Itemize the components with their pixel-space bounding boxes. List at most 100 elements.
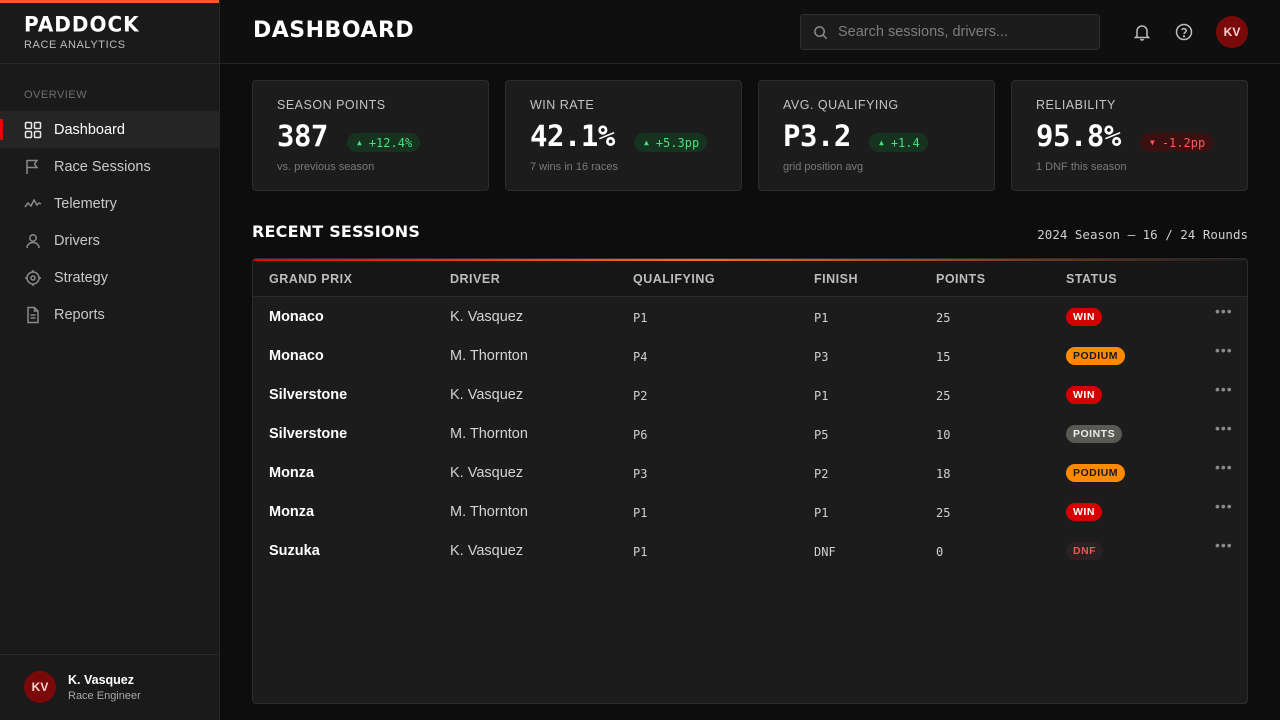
kpi-delta-value: +12.4% (368, 135, 413, 150)
cell-grand-prix: Monaco (269, 309, 324, 325)
column-header-driver[interactable]: DRIVER (450, 272, 500, 286)
kpi-label: WIN RATE (530, 98, 595, 112)
status-badge: DNF (1066, 542, 1104, 560)
column-header-qualifying[interactable]: QUALIFYING (633, 272, 715, 286)
column-header-finish[interactable]: FINISH (814, 272, 858, 286)
cell-finish: P1 (814, 311, 829, 325)
kpi-delta-badge: ▲ +5.3pp (634, 133, 708, 152)
grid-icon (24, 121, 42, 138)
sidebar-item-telemetry[interactable]: Telemetry (0, 185, 219, 222)
cell-grand-prix: Monaco (269, 348, 324, 364)
sessions-table: GRAND PRIX DRIVER QUALIFYING FINISH POIN… (252, 258, 1248, 704)
table-row[interactable]: Silverstone M. Thornton P6 P5 10 POINTS ••• (253, 414, 1247, 453)
kpi-value: 95.8% (1036, 119, 1121, 153)
brand[interactable]: PADDOCK RACE ANALYTICS (24, 11, 140, 51)
cell-grand-prix: Suzuka (269, 543, 320, 559)
search-input[interactable] (838, 24, 1088, 40)
kpi-delta-badge: ▼ -1.2pp (1140, 133, 1214, 152)
kpi-card-win-rate: WIN RATE 42.1% ▲ +5.3pp 7 wins in 16 rac… (505, 80, 742, 191)
user-name: K. Vasquez (68, 672, 134, 687)
sidebar-item-race-sessions[interactable]: Race Sessions (0, 148, 219, 185)
sidebar-item-label: Strategy (54, 269, 108, 286)
user-info: K. Vasquez Race Engineer (68, 673, 141, 702)
avatar: KV (24, 671, 56, 703)
pulse-icon (24, 197, 42, 207)
more-options-icon[interactable]: ••• (1215, 342, 1233, 358)
cell-driver: K. Vasquez (450, 465, 524, 481)
sidebar-item-label: Dashboard (54, 121, 125, 138)
cell-qualifying: P4 (633, 350, 648, 364)
cell-points: 10 (936, 428, 951, 442)
cell-points: 25 (936, 389, 951, 403)
table-row[interactable]: Monaco K. Vasquez P1 P1 25 WIN ••• (253, 297, 1247, 336)
target-icon (25, 269, 41, 286)
cell-grand-prix: Silverstone (269, 387, 348, 403)
status-badge: PODIUM (1066, 347, 1125, 365)
cell-points: 15 (936, 350, 951, 364)
cell-finish: P2 (814, 467, 829, 481)
bell-icon[interactable] (1132, 22, 1152, 42)
season-info: 2024 Season — 16 / 24 Rounds (1037, 227, 1248, 242)
column-header-grand-prix[interactable]: GRAND PRIX (269, 272, 352, 286)
arrow-up-icon: ▲ (879, 138, 884, 147)
sidebar-accent-bar (0, 0, 219, 3)
sidebar-item-label: Reports (54, 306, 105, 323)
cell-finish: P1 (814, 389, 829, 403)
cell-qualifying: P1 (633, 506, 648, 520)
cell-finish: P1 (814, 506, 829, 520)
section-title: RECENT SESSIONS (252, 222, 421, 241)
cell-finish: DNF (814, 545, 836, 559)
search-box[interactable] (800, 14, 1100, 50)
sidebar-item-strategy[interactable]: Strategy (0, 259, 219, 296)
cell-grand-prix: Monza (269, 465, 315, 481)
cell-driver: K. Vasquez (450, 387, 524, 403)
more-options-icon[interactable]: ••• (1215, 459, 1233, 475)
cell-points: 25 (936, 506, 951, 520)
help-icon[interactable] (1174, 22, 1194, 42)
kpi-label: AVG. QUALIFYING (783, 98, 899, 112)
kpi-value: 387 (277, 119, 328, 153)
sidebar: PADDOCK RACE ANALYTICS OVERVIEW Dashboar… (0, 0, 220, 720)
sidebar-item-drivers[interactable]: Drivers (0, 222, 219, 259)
cell-finish: P5 (814, 428, 829, 442)
sidebar-item-label: Race Sessions (54, 158, 151, 175)
more-options-icon[interactable]: ••• (1215, 537, 1233, 553)
brand-name: PADDOCK (24, 11, 140, 37)
column-header-status[interactable]: STATUS (1066, 272, 1117, 286)
user-icon (26, 233, 40, 248)
cell-qualifying: P1 (633, 311, 648, 325)
sidebar-divider (0, 63, 219, 64)
kpi-delta-value: -1.2pp (1161, 135, 1206, 150)
brand-subtitle: RACE ANALYTICS (24, 39, 126, 51)
more-options-icon[interactable]: ••• (1215, 420, 1233, 436)
kpi-card-season-points: SEASON POINTS 387 ▲ +12.4% vs. previous … (252, 80, 489, 191)
cell-points: 25 (936, 311, 951, 325)
sidebar-item-dashboard[interactable]: Dashboard (0, 111, 219, 148)
kpi-note: 1 DNF this season (1036, 161, 1127, 173)
kpi-note: 7 wins in 16 races (530, 161, 619, 173)
avatar[interactable]: KV (1216, 16, 1248, 48)
kpi-value: 42.1% (530, 119, 615, 153)
more-options-icon[interactable]: ••• (1215, 381, 1233, 397)
cell-grand-prix: Monza (269, 504, 315, 520)
sidebar-user[interactable]: KV K. Vasquez Race Engineer (24, 671, 141, 703)
sidebar-nav: Dashboard Race Sessions Telemetry Driver… (0, 111, 219, 333)
status-badge: POINTS (1066, 425, 1123, 443)
table-row[interactable]: Monza K. Vasquez P3 P2 18 PODIUM ••• (253, 453, 1247, 492)
kpi-card-avg-qualifying: AVG. QUALIFYING P3.2 ▲ +1.4 grid positio… (758, 80, 995, 191)
status-badge: PODIUM (1066, 464, 1125, 482)
sidebar-item-reports[interactable]: Reports (0, 296, 219, 333)
nav-section-label: OVERVIEW (24, 89, 88, 101)
table-row[interactable]: Suzuka K. Vasquez P1 DNF 0 DNF ••• (253, 531, 1247, 570)
header: DASHBOARD KV (220, 0, 1280, 64)
table-row[interactable]: Monaco M. Thornton P4 P3 15 PODIUM ••• (253, 336, 1247, 375)
column-header-points[interactable]: POINTS (936, 272, 986, 286)
table-row[interactable]: Monza M. Thornton P1 P1 25 WIN ••• (253, 492, 1247, 531)
more-options-icon[interactable]: ••• (1215, 498, 1233, 514)
cell-grand-prix: Silverstone (269, 426, 348, 442)
cell-driver: M. Thornton (450, 348, 528, 364)
document-icon (27, 306, 39, 323)
more-options-icon[interactable]: ••• (1215, 303, 1233, 319)
cell-qualifying: P1 (633, 545, 648, 559)
table-row[interactable]: Silverstone K. Vasquez P2 P1 25 WIN ••• (253, 375, 1247, 414)
